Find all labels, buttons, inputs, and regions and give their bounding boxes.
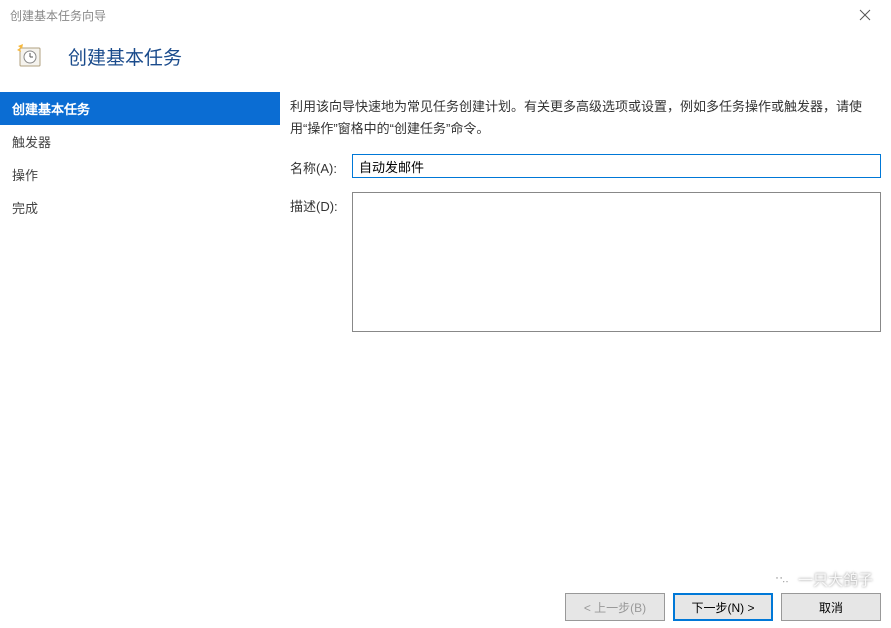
sidebar-item-finish[interactable]: 完成: [0, 191, 280, 224]
close-icon: [859, 9, 871, 21]
name-row: 名称(A):: [290, 154, 881, 178]
description-input[interactable]: [352, 192, 881, 332]
sidebar-item-label: 创建基本任务: [12, 102, 90, 117]
titlebar: 创建基本任务向导: [0, 0, 891, 30]
description-row: 描述(D):: [290, 192, 881, 332]
clock-task-icon: [16, 42, 44, 70]
intro-text: 利用该向导快速地为常见任务创建计划。有关更多高级选项或设置，例如多任务操作或触发…: [290, 96, 881, 140]
sidebar-item-trigger[interactable]: 触发器: [0, 125, 280, 158]
cancel-button[interactable]: 取消: [781, 593, 881, 621]
window-title: 创建基本任务向导: [10, 7, 106, 24]
wizard-header: 创建基本任务: [0, 30, 891, 92]
name-input[interactable]: [352, 154, 881, 178]
back-button: < 上一步(B): [565, 593, 665, 621]
next-button[interactable]: 下一步(N) >: [673, 593, 773, 621]
wizard-sidebar: 创建基本任务 触发器 操作 完成: [0, 92, 280, 574]
sidebar-item-action[interactable]: 操作: [0, 158, 280, 191]
close-button[interactable]: [845, 2, 885, 28]
name-label: 名称(A):: [290, 154, 352, 177]
sidebar-item-label: 完成: [12, 201, 38, 216]
page-title: 创建基本任务: [68, 43, 182, 70]
wizard-footer: < 上一步(B) 下一步(N) > 取消: [0, 586, 891, 628]
sidebar-item-label: 操作: [12, 168, 38, 183]
wizard-content: 创建基本任务 触发器 操作 完成 利用该向导快速地为常见任务创建计划。有关更多高…: [0, 92, 891, 574]
sidebar-item-label: 触发器: [12, 135, 51, 150]
description-label: 描述(D):: [290, 192, 352, 215]
wizard-main: 利用该向导快速地为常见任务创建计划。有关更多高级选项或设置，例如多任务操作或触发…: [280, 92, 891, 574]
sidebar-item-create-basic-task[interactable]: 创建基本任务: [0, 92, 280, 125]
